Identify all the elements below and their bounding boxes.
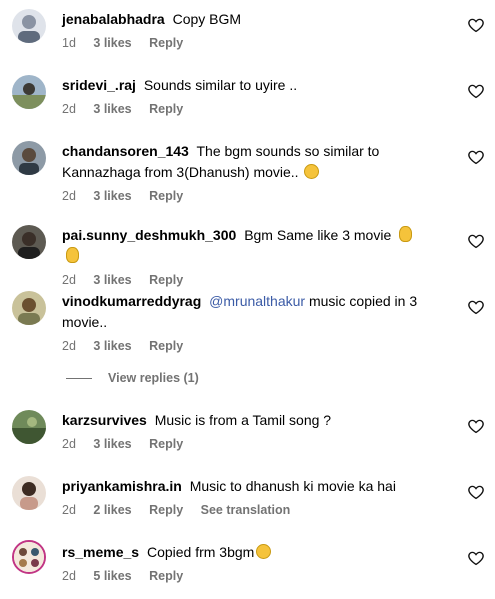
heart-outline-icon[interactable]	[467, 16, 485, 34]
divider-line	[66, 378, 92, 380]
comment-body: Copied frm 3bgm	[146, 544, 255, 560]
heart-outline-icon[interactable]	[467, 483, 485, 501]
heart-outline-icon[interactable]	[467, 417, 485, 435]
comment-meta: 2d 3 likes Reply	[62, 272, 422, 288]
heart-outline-icon[interactable]	[467, 148, 485, 166]
comment-likes[interactable]: 3 likes	[93, 437, 131, 451]
comment-content: vinodkumarreddyrag @mrunalthakur music c…	[62, 291, 422, 354]
comment-likes[interactable]: 3 likes	[93, 36, 131, 50]
comment-username[interactable]: chandansoren_143	[62, 143, 189, 159]
mention-link[interactable]: @mrunalthakur	[209, 293, 305, 309]
reply-button[interactable]: Reply	[149, 503, 183, 517]
comment-username[interactable]: karzsurvives	[62, 412, 147, 428]
comment-meta: 2d 3 likes Reply	[62, 101, 422, 117]
avatar[interactable]	[12, 9, 46, 43]
comment-text: priyankamishra.in Music to dhanush ki mo…	[62, 476, 422, 497]
comment-likes[interactable]: 3 likes	[93, 339, 131, 353]
face-emoji-icon	[304, 164, 320, 179]
comment-username[interactable]: pai.sunny_deshmukh_300	[62, 227, 236, 243]
comment-meta: 2d 3 likes Reply	[62, 188, 422, 204]
comment-content: rs_meme_s Copied frm 3bgm 2d 5 likes Rep…	[62, 542, 422, 584]
face-emoji-icon	[256, 544, 272, 559]
comment-likes[interactable]: 3 likes	[93, 189, 131, 203]
heart-outline-icon[interactable]	[467, 82, 485, 100]
comment-time: 2d	[62, 569, 76, 583]
heart-outline-icon[interactable]	[467, 298, 485, 316]
comment-time: 2d	[62, 437, 76, 451]
comment-likes[interactable]: 5 likes	[93, 569, 131, 583]
avatar[interactable]	[12, 141, 46, 175]
comment-text: vinodkumarreddyrag @mrunalthakur music c…	[62, 291, 422, 333]
comment-time: 2d	[62, 102, 76, 116]
see-translation-link[interactable]: See translation	[201, 503, 291, 517]
heart-outline-icon[interactable]	[467, 549, 485, 567]
avatar[interactable]	[12, 291, 46, 325]
comment-username[interactable]: jenabalabhadra	[62, 11, 165, 27]
comment-body: Music is from a Tamil song ?	[154, 412, 332, 428]
avatar[interactable]	[12, 476, 46, 510]
comment-time: 1d	[62, 36, 76, 50]
comment-content: karzsurvives Music is from a Tamil song …	[62, 410, 422, 452]
reply-button[interactable]: Reply	[149, 437, 183, 451]
comment-body: Music to dhanush ki movie ka hai	[189, 478, 396, 494]
comment-body: Sounds similar to uyire ..	[143, 77, 298, 93]
reply-button[interactable]: Reply	[149, 102, 183, 116]
comment-meta: 2d 3 likes Reply	[62, 436, 422, 452]
comment-text: pai.sunny_deshmukh_300 Bgm Same like 3 m…	[62, 225, 422, 267]
comment-content: pai.sunny_deshmukh_300 Bgm Same like 3 m…	[62, 225, 422, 288]
avatar[interactable]	[12, 75, 46, 109]
comment-meta: 2d 3 likes Reply	[62, 338, 422, 354]
comment-text: sridevi_.raj Sounds similar to uyire ..	[62, 75, 422, 96]
comment-body: Copy BGM	[172, 11, 242, 27]
comment-username[interactable]: vinodkumarreddyrag	[62, 293, 201, 309]
comment-content: chandansoren_143 The bgm sounds so simil…	[62, 141, 422, 204]
ok-hand-emoji-icon	[399, 226, 413, 242]
avatar[interactable]	[12, 410, 46, 444]
comment-meta: 2d 2 likes Reply See translation	[62, 502, 422, 518]
heart-outline-icon[interactable]	[467, 232, 485, 250]
comment-username[interactable]: sridevi_.raj	[62, 77, 136, 93]
comment-text: jenabalabhadra Copy BGM	[62, 9, 422, 30]
comment-body: Bgm Same like 3 movie	[244, 227, 392, 243]
comment-time: 2d	[62, 273, 76, 287]
comment-content: sridevi_.raj Sounds similar to uyire .. …	[62, 75, 422, 117]
avatar[interactable]	[12, 225, 46, 259]
comment-likes[interactable]: 3 likes	[93, 102, 131, 116]
ok-hand-emoji-icon	[66, 247, 79, 263]
comment-content: jenabalabhadra Copy BGM 1d 3 likes Reply	[62, 9, 422, 51]
comment-text: karzsurvives Music is from a Tamil song …	[62, 410, 422, 431]
comment-likes[interactable]: 2 likes	[93, 503, 131, 517]
reply-button[interactable]: Reply	[149, 36, 183, 50]
comment-meta: 1d 3 likes Reply	[62, 35, 422, 51]
comment-username[interactable]: priyankamishra.in	[62, 478, 182, 494]
comment-text: rs_meme_s Copied frm 3bgm	[62, 542, 422, 563]
reply-button[interactable]: Reply	[149, 569, 183, 583]
reply-button[interactable]: Reply	[149, 339, 183, 353]
comment-content: priyankamishra.in Music to dhanush ki mo…	[62, 476, 422, 518]
view-replies-button[interactable]: View replies (1)	[66, 371, 199, 385]
comment-time: 2d	[62, 503, 76, 517]
reply-button[interactable]: Reply	[149, 189, 183, 203]
comment-username[interactable]: rs_meme_s	[62, 544, 139, 560]
comment-text: chandansoren_143 The bgm sounds so simil…	[62, 141, 422, 183]
comment-meta: 2d 5 likes Reply	[62, 568, 422, 584]
view-replies-label: View replies (1)	[108, 371, 199, 385]
avatar[interactable]	[12, 540, 46, 574]
comment-likes[interactable]: 3 likes	[93, 273, 131, 287]
reply-button[interactable]: Reply	[149, 273, 183, 287]
comment-time: 2d	[62, 189, 76, 203]
comment-time: 2d	[62, 339, 76, 353]
